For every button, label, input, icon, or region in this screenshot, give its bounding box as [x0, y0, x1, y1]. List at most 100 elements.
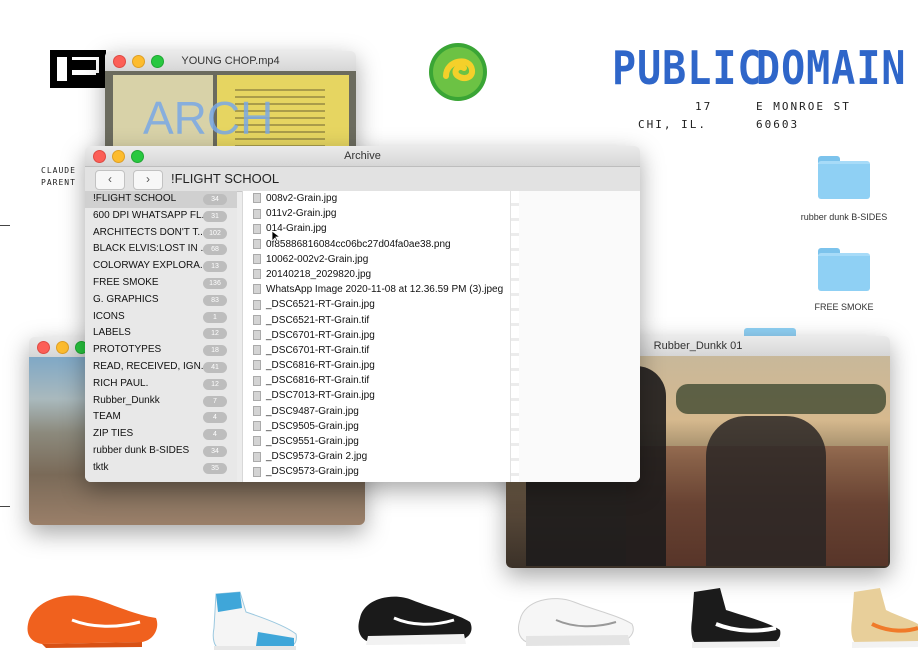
video-titlebar[interactable]: YOUNG CHOP.mp4: [105, 51, 356, 72]
sidebar-item[interactable]: ZIP TIES 4: [85, 426, 237, 443]
count-badge: 34: [203, 445, 227, 457]
sidebar-item[interactable]: READ, RECEIVED, IGN... 41: [85, 359, 237, 376]
sidebar-item[interactable]: ICONS 1: [85, 309, 237, 326]
file-row[interactable]: _DSC6521-RT-Grain.jpg: [243, 297, 511, 312]
zoom-button[interactable]: [151, 55, 164, 68]
file-name: _DSC9487-Grain.jpg: [266, 405, 359, 417]
file-name: 008v2-Grain.jpg: [266, 193, 338, 204]
file-row[interactable]: _DSC9573-Grain.jpg: [243, 464, 511, 479]
archive-window[interactable]: Archive ‹ › !FLIGHT SCHOOL !FLIGHT SCHOO…: [85, 146, 640, 482]
count-badge: 35: [203, 462, 227, 474]
file-row[interactable]: _DSC9487-Grain.jpg: [243, 404, 511, 419]
folder-icon[interactable]: [818, 156, 870, 199]
close-button[interactable]: [93, 150, 106, 163]
file-row[interactable]: _DSC6701-RT-Grain.jpg: [243, 328, 511, 343]
sidebar-item[interactable]: COLORWAY EXPLORA... 13: [85, 258, 237, 275]
sidebar-item-label: PROTOTYPES: [93, 344, 162, 356]
file-name: _DSC9573-Grain.jpg: [266, 466, 359, 478]
folder-label-rubber-dunk[interactable]: rubber dunk B-SIDES: [799, 212, 889, 222]
archive-sidebar: !FLIGHT SCHOOL 34 600 DPI WHATSAPP FL... 31…: [85, 191, 237, 482]
sidebar-item[interactable]: tktk 35: [85, 460, 237, 477]
shoe-orange-cleat-icon: [22, 584, 162, 657]
sidebar-item[interactable]: !FLIGHT SCHOOL 34: [85, 191, 237, 208]
file-name: _DSC7013-RT-Grain.jpg: [266, 390, 375, 402]
sidebar-item[interactable]: BLACK ELVIS:LOST IN ... 68: [85, 241, 237, 258]
file-icon: [253, 193, 261, 204]
sidebar-item[interactable]: FREE SMOKE 136: [85, 275, 237, 292]
logo-box: [50, 50, 106, 88]
back-button[interactable]: ‹: [95, 170, 125, 190]
file-icon: [253, 223, 261, 234]
file-row[interactable]: 10062-002v2-Grain.jpg: [243, 252, 511, 267]
file-row[interactable]: 011v2-Grain.jpg: [243, 206, 511, 221]
window-controls: [113, 55, 164, 68]
count-badge: 68: [203, 244, 227, 256]
file-name: _DSC9573-Grain 2.jpg: [266, 451, 368, 463]
file-row[interactable]: 20140218_2029820.jpg: [243, 267, 511, 282]
file-icon: [253, 390, 261, 401]
sidebar-item[interactable]: rubber dunk B-SIDES 34: [85, 443, 237, 460]
sidebar-item-label: ZIP TIES: [93, 428, 134, 440]
sidebar-item-label: BLACK ELVIS:LOST IN ...: [93, 243, 209, 255]
sidebar-item[interactable]: LABELS 12: [85, 325, 237, 342]
file-row[interactable]: _DSC9573-Grain 2.jpg: [243, 449, 511, 464]
file-row[interactable]: _DSC9551-Grain.jpg: [243, 434, 511, 449]
file-row[interactable]: _DSC9505-Grain.jpg: [243, 419, 511, 434]
close-button[interactable]: [37, 341, 50, 354]
file-row[interactable]: 008v2-Grain.jpg: [243, 191, 511, 206]
shoe-black-runner-icon: [354, 588, 476, 653]
current-folder-title: !FLIGHT SCHOOL: [171, 171, 280, 186]
file-row[interactable]: _DSC6816-RT-Grain.jpg: [243, 358, 511, 373]
file-name: _DSC6521-RT-Grain.tif: [266, 314, 370, 326]
file-icon: [253, 269, 261, 280]
file-name: _DSC6521-RT-Grain.jpg: [266, 299, 375, 311]
divider-mark: [0, 506, 10, 507]
file-icon: [253, 375, 261, 386]
file-icon: [253, 451, 261, 462]
sidebar-item-label: G. GRAPHICS: [93, 293, 159, 305]
count-badge: 41: [203, 361, 227, 373]
file-name: _DSC6701-RT-Grain.tif: [266, 344, 370, 356]
file-icon: [253, 421, 261, 432]
file-name: _DSC6701-RT-Grain.jpg: [266, 329, 375, 341]
file-row[interactable]: 0f85886816084cc06bc27d04fa0ae38.png: [243, 237, 511, 252]
file-row[interactable]: WhatsApp Image 2020-11-08 at 12.36.59 PM…: [243, 282, 511, 297]
sidebar-item[interactable]: RICH PAUL. 12: [85, 376, 237, 393]
minimize-button[interactable]: [112, 150, 125, 163]
sidebar-item[interactable]: G. GRAPHICS 83: [85, 292, 237, 309]
sidebar-item[interactable]: ARCHITECTS DON'T T... 102: [85, 225, 237, 242]
folder-icon[interactable]: [818, 248, 870, 291]
rubber-title: Rubber_Dunkk 01: [653, 340, 743, 352]
file-icon: [253, 405, 261, 416]
file-icon: [253, 238, 261, 249]
zoom-button[interactable]: [131, 150, 144, 163]
sidebar-item[interactable]: PROTOTYPES 18: [85, 342, 237, 359]
file-row[interactable]: 014-Grain.jpg: [243, 221, 511, 236]
shoe-tan-hightop-icon: [846, 584, 918, 655]
address-zip: 60603: [756, 118, 800, 131]
file-row[interactable]: _DSC6521-RT-Grain.tif: [243, 313, 511, 328]
address-number: 17: [695, 100, 713, 113]
archive-title: Archive: [344, 150, 381, 162]
archive-titlebar[interactable]: Archive: [85, 146, 640, 167]
folder-label-free-smoke[interactable]: FREE SMOKE: [799, 302, 889, 312]
file-row[interactable]: _DSC6816-RT-Grain.tif: [243, 373, 511, 388]
mouse-cursor-icon: [271, 230, 282, 248]
file-row[interactable]: _DSC7013-RT-Grain.jpg: [243, 388, 511, 403]
preview-pane: [510, 191, 640, 482]
file-row[interactable]: _DSC6701-RT-Grain.tif: [243, 343, 511, 358]
sidebar-item[interactable]: Rubber_Dunkk 7: [85, 393, 237, 410]
file-icon: [253, 466, 261, 477]
close-button[interactable]: [113, 55, 126, 68]
domain-title: DOMAIN: [756, 42, 907, 96]
minimize-button[interactable]: [132, 55, 145, 68]
file-name: _DSC9551-Grain.jpg: [266, 436, 359, 447]
sidebar-item[interactable]: TEAM 4: [85, 409, 237, 426]
sidebar-item-label: 600 DPI WHATSAPP FL...: [93, 209, 210, 221]
minimize-button[interactable]: [56, 341, 69, 354]
sidebar-item-label: ICONS: [93, 310, 125, 322]
count-badge: 4: [203, 429, 227, 441]
sidebar-item[interactable]: 600 DPI WHATSAPP FL... 31: [85, 208, 237, 225]
file-name: 10062-002v2-Grain.jpg: [266, 253, 369, 265]
forward-button[interactable]: ›: [133, 170, 163, 190]
